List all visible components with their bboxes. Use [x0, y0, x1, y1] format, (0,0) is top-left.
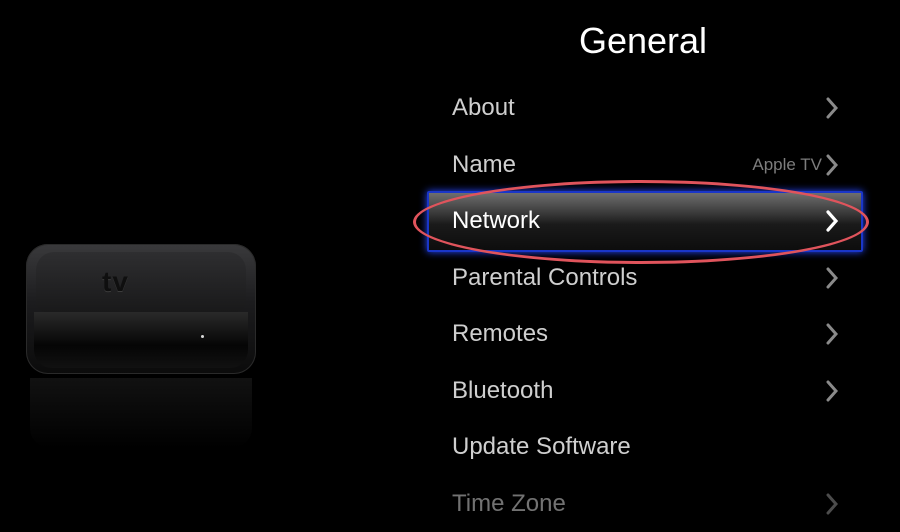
- menu-item-remotes[interactable]: Remotes: [430, 306, 860, 363]
- chevron-right-icon: [824, 492, 840, 516]
- apple-tv-device-image: tv: [0, 0, 400, 500]
- menu-item-label: Bluetooth: [452, 377, 553, 405]
- status-led: [201, 335, 204, 338]
- device-front-face: [34, 312, 248, 368]
- chevron-right-icon: [824, 96, 840, 120]
- page-title: General: [540, 18, 746, 64]
- chevron-right-icon: [824, 209, 840, 233]
- menu-item-label: Parental Controls: [452, 264, 637, 292]
- menu-item-label: Update Software: [452, 433, 631, 461]
- device-reflection: [30, 378, 252, 448]
- menu-item-label: About: [452, 94, 515, 122]
- menu-item-about[interactable]: About: [430, 80, 860, 137]
- menu-item-time-zone[interactable]: Time Zone: [430, 476, 860, 532]
- menu-item-bluetooth[interactable]: Bluetooth: [430, 363, 860, 420]
- chevron-right-icon: [824, 153, 840, 177]
- apple-tv-logo: tv: [102, 266, 129, 298]
- menu-item-parental-controls[interactable]: Parental Controls: [430, 250, 860, 307]
- chevron-right-icon: [824, 322, 840, 346]
- menu-item-value: Apple TV: [752, 155, 822, 175]
- menu-item-label: Network: [452, 207, 540, 235]
- chevron-right-icon: [824, 379, 840, 403]
- menu-item-label: Time Zone: [452, 490, 566, 518]
- menu-item-update-software[interactable]: Update Software: [430, 419, 860, 476]
- menu-item-network[interactable]: Network: [430, 193, 860, 250]
- apple-tv-box: tv: [26, 244, 256, 374]
- menu-item-name[interactable]: Name Apple TV: [430, 137, 860, 194]
- chevron-right-icon: [824, 266, 840, 290]
- menu-item-label: Name: [452, 151, 516, 179]
- settings-menu: About Name Apple TV Network Parental Con…: [430, 80, 860, 532]
- menu-item-label: Remotes: [452, 320, 548, 348]
- device-top-surface: tv: [36, 252, 246, 312]
